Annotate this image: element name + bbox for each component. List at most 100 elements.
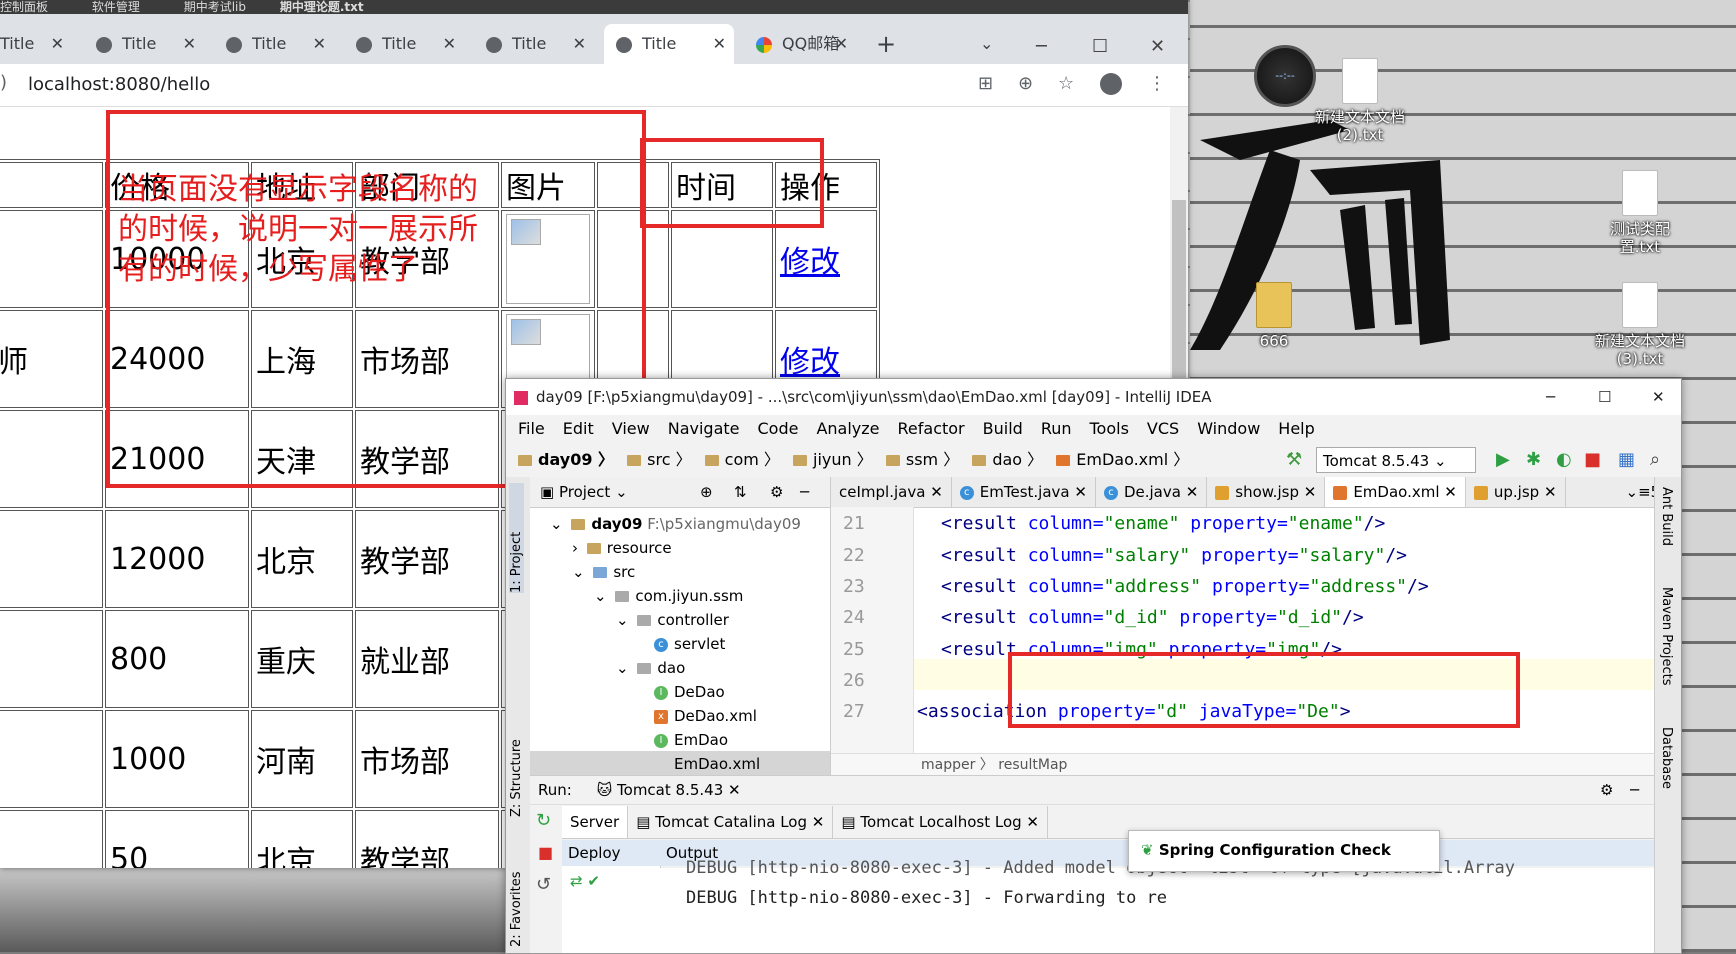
run-config-select[interactable]: Tomcat 8.5.43 ⌄ — [1316, 447, 1476, 473]
edit-link[interactable]: 修改 — [780, 245, 840, 280]
editor-tab[interactable]: c EmTest.java ✕ — [952, 477, 1096, 507]
stop-icon[interactable]: ■ — [1584, 443, 1601, 477]
close-tab-icon[interactable]: ✕ — [930, 483, 943, 501]
desktop-icon-folder-666[interactable]: 666 — [1224, 282, 1324, 350]
tree-item-dedao[interactable]: I DeDao — [654, 679, 725, 705]
taskbar-item[interactable]: 期中考试lib — [184, 0, 246, 14]
menu-view[interactable]: View — [612, 419, 650, 438]
hide-panel-icon[interactable]: ─ — [1630, 776, 1639, 804]
menu-window[interactable]: Window — [1197, 419, 1260, 438]
ide-minimize-button[interactable]: ─ — [1546, 379, 1555, 415]
tool-tab-structure[interactable]: Z: Structure — [509, 697, 524, 817]
tool-tab-maven[interactable]: Maven Projects — [1659, 587, 1674, 717]
close-tab-icon[interactable]: ✕ — [1544, 483, 1557, 501]
tree-item-emdao[interactable]: I EmDao — [654, 727, 728, 753]
editor-tab-active[interactable]: EmDao.xml ✕ — [1325, 477, 1466, 507]
run-tab-catalina[interactable]: ▤ Tomcat Catalina Log ✕ — [628, 806, 834, 838]
close-tab-icon[interactable]: ✕ — [443, 24, 456, 64]
code-line[interactable]: <result column="d_id" property="d_id"/> — [941, 607, 1364, 628]
breadcrumb-src[interactable]: src 〉 — [623, 443, 692, 477]
coverage-icon[interactable]: ◐ — [1556, 443, 1572, 477]
tool-tab-database[interactable]: Database — [1659, 727, 1674, 817]
close-tab-icon[interactable]: ✕ — [183, 24, 196, 64]
project-structure-icon[interactable]: ▦ — [1618, 443, 1635, 477]
tree-item-resource[interactable]: › resource — [572, 535, 672, 561]
info-icon[interactable]: ) — [0, 72, 7, 93]
tab-search-button[interactable]: ⌄ — [980, 24, 1010, 64]
browser-tab-active[interactable]: Title ✕ — [604, 24, 734, 64]
breadcrumb-day09[interactable]: day09 〉 — [514, 443, 614, 477]
browser-tab[interactable]: Title ✕ — [214, 24, 334, 64]
ide-maximize-button[interactable]: ☐ — [1598, 379, 1611, 415]
menu-file[interactable]: File — [518, 419, 545, 438]
close-tab-icon[interactable]: ✕ — [835, 24, 848, 64]
console-output[interactable]: DEBUG [http-nio-8080-exec-3] - Added mod… — [660, 858, 1654, 953]
notification-popup[interactable]: ❦ Spring Configuration Check — [1128, 830, 1440, 872]
run-tab-server[interactable]: Server — [562, 806, 629, 838]
more-menu-icon[interactable]: ⋮ — [1148, 73, 1166, 94]
edit-link[interactable]: 修改 — [780, 345, 840, 380]
close-tab-icon[interactable]: ✕ — [1026, 813, 1039, 831]
menu-tools[interactable]: Tools — [1090, 419, 1129, 438]
tree-item-package[interactable]: ⌄ com.jiyun.ssm — [594, 583, 743, 609]
run-tab-localhost[interactable]: ▤ Tomcat Localhost Log ✕ — [833, 806, 1048, 838]
close-tab-icon[interactable]: ✕ — [573, 24, 586, 64]
menu-run[interactable]: Run — [1041, 419, 1072, 438]
menu-vcs[interactable]: VCS — [1147, 419, 1179, 438]
profile-avatar-icon[interactable] — [1100, 73, 1122, 95]
ide-close-button[interactable]: ✕ — [1652, 379, 1665, 415]
debug-icon[interactable]: ✱ — [1526, 443, 1541, 477]
code-line[interactable]: <result column="salary" property="salary… — [941, 545, 1407, 566]
url-field[interactable]: localhost:8080/hello — [28, 72, 210, 98]
close-tab-icon[interactable]: ✕ — [1186, 483, 1199, 501]
tree-item-day09[interactable]: ⌄ day09 F:\p5xiangmu\day09 — [550, 511, 801, 537]
scrollbar-thumb[interactable] — [1172, 200, 1186, 400]
rerun-icon[interactable]: ↻ — [536, 810, 560, 831]
project-panel-title[interactable]: Project — [559, 483, 610, 501]
browser-tab[interactable]: Title ✕ — [344, 24, 464, 64]
editor-tab[interactable]: c De.java ✕ — [1096, 477, 1208, 507]
menu-edit[interactable]: Edit — [563, 419, 594, 438]
gear-icon[interactable]: ⚙ — [1600, 776, 1613, 804]
translate-icon[interactable]: ⊞ — [978, 73, 993, 94]
close-tab-icon[interactable]: ✕ — [1304, 483, 1317, 501]
deploy-label[interactable]: Deploy — [562, 840, 660, 866]
browser-tab[interactable]: Title ✕ — [0, 24, 72, 64]
tool-tab-ant-build[interactable]: Ant Build — [1659, 487, 1674, 567]
editor-tab[interactable]: show.jsp ✕ — [1207, 477, 1326, 507]
gear-icon[interactable]: ⚙ — [770, 477, 783, 507]
locate-icon[interactable]: ⊕ — [700, 477, 713, 507]
breadcrumb-emdao-xml[interactable]: EmDao.xml 〉 — [1052, 443, 1189, 477]
editor-breadcrumb-item[interactable]: resultMap — [998, 757, 1067, 773]
close-tab-icon[interactable]: ✕ — [1444, 483, 1457, 501]
desktop-icon-file-3[interactable]: 新建文本文档 (3).txt — [1590, 282, 1690, 368]
bookmark-star-icon[interactable]: ☆ — [1058, 73, 1074, 94]
tree-item-dao[interactable]: ⌄ dao — [616, 655, 685, 681]
run-icon[interactable]: ▶ — [1496, 443, 1510, 477]
editor-tab[interactable]: ceImpl.java ✕ — [831, 477, 952, 507]
clock-gadget[interactable]: --:-- — [1254, 45, 1316, 107]
stop-icon[interactable]: ■ — [538, 843, 560, 862]
close-tab-icon[interactable]: ✕ — [728, 781, 741, 799]
menu-analyze[interactable]: Analyze — [816, 419, 879, 438]
update-icon[interactable]: ↺ — [536, 874, 560, 895]
editor-tab[interactable]: up.jsp ✕ — [1466, 477, 1566, 507]
taskbar-item[interactable]: 软件管理 — [92, 0, 140, 14]
close-tab-icon[interactable]: ✕ — [1074, 483, 1087, 501]
editor-breadcrumb-item[interactable]: mapper — [921, 757, 975, 773]
desktop-icon-file-2[interactable]: 新建文本文档 (2).txt — [1310, 58, 1410, 144]
breadcrumb-com[interactable]: com 〉 — [701, 443, 780, 477]
new-tab-button[interactable]: + — [876, 24, 906, 64]
close-tab-icon[interactable]: ✕ — [812, 813, 825, 831]
close-tab-icon[interactable]: ✕ — [313, 24, 326, 64]
collapse-icon[interactable]: ⇅ — [734, 477, 747, 507]
tree-item-dedao-xml[interactable]: x DeDao.xml — [654, 703, 757, 729]
maximize-button[interactable]: ☐ — [1092, 36, 1108, 57]
hide-panel-icon[interactable]: ─ — [800, 477, 809, 507]
menu-navigate[interactable]: Navigate — [668, 419, 740, 438]
close-tab-icon[interactable]: ✕ — [713, 24, 726, 64]
code-line[interactable]: <result column="ename" property="ename"/… — [941, 513, 1385, 534]
minimize-button[interactable]: ─ — [1036, 36, 1047, 57]
tree-item-controller[interactable]: ⌄ controller — [616, 607, 729, 633]
taskbar-item[interactable]: 控制面板 — [0, 0, 48, 14]
